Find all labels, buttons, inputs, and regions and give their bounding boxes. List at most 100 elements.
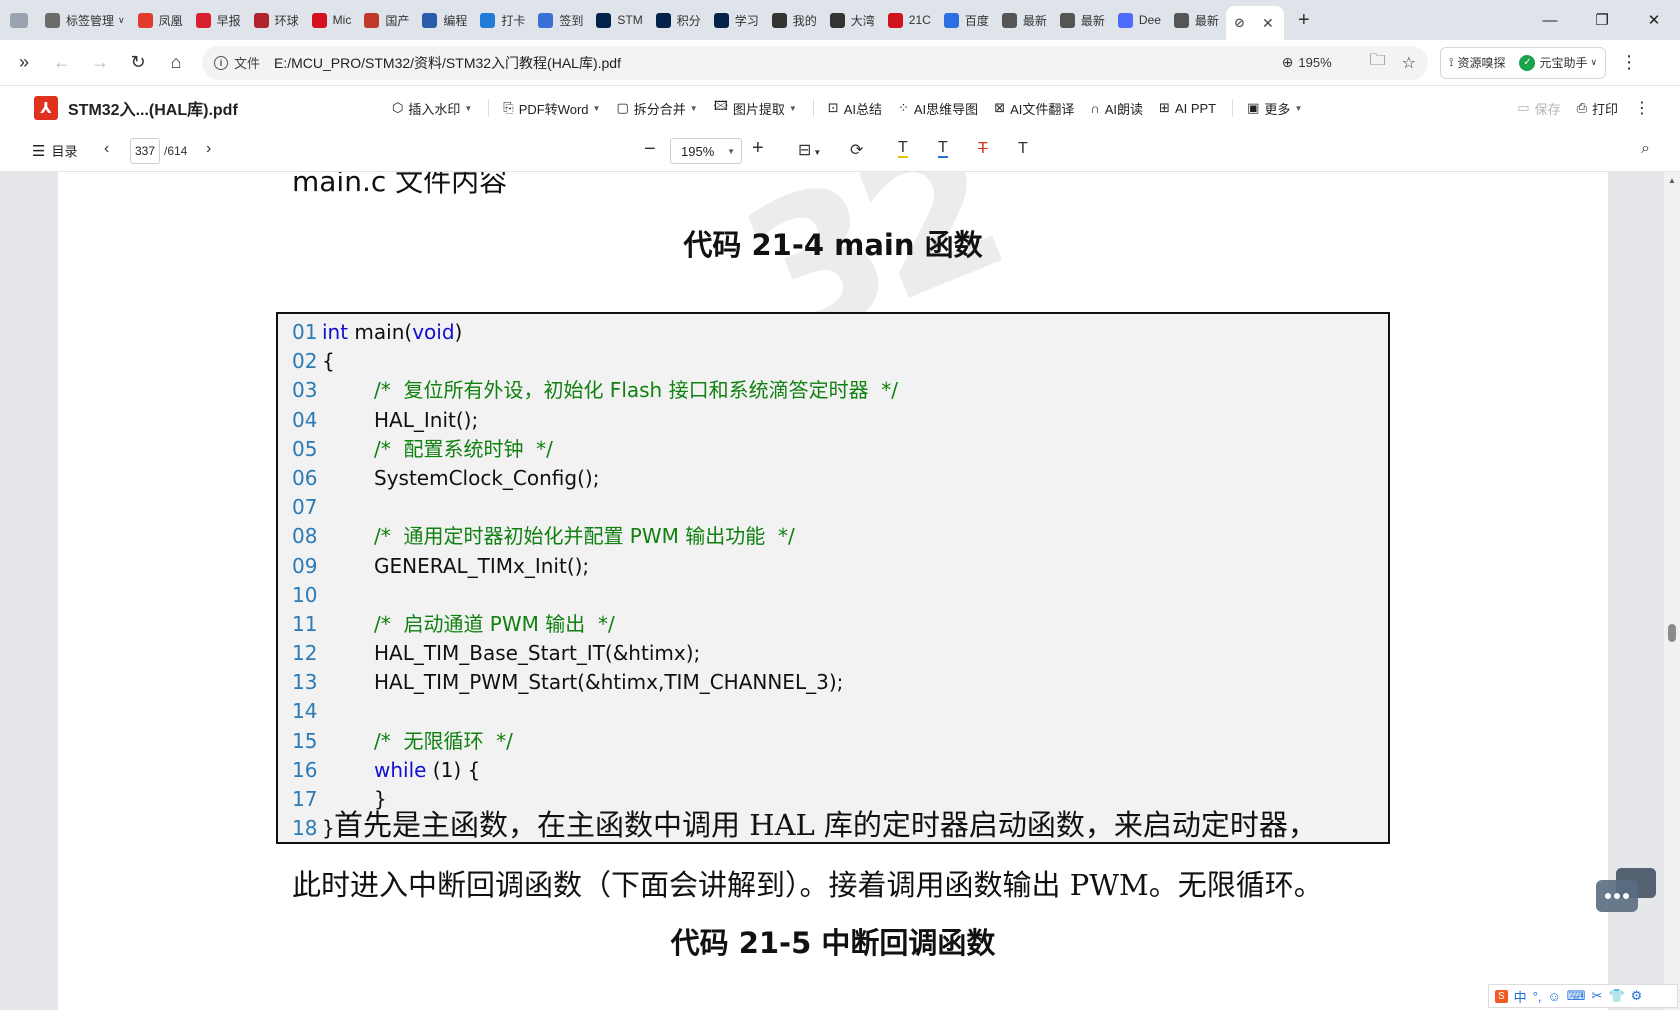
close-window-button[interactable]: ✕ xyxy=(1628,0,1680,40)
code-comment: /* 配置系统时钟 */ xyxy=(374,436,553,461)
tab-16[interactable]: 最新 xyxy=(996,5,1054,35)
minimize-button[interactable]: — xyxy=(1524,0,1576,40)
page-number-input[interactable]: 337 xyxy=(130,138,160,164)
zoom-select[interactable]: 195% ▼ xyxy=(670,138,742,164)
code-text: GENERAL_TIMx_Init(); xyxy=(374,552,589,581)
tab-13[interactable]: 大湾 xyxy=(824,5,882,35)
strikethrough-text-icon[interactable]: T xyxy=(978,140,988,158)
pdf-menu-icon[interactable]: ⋮ xyxy=(1634,98,1650,118)
ime-toolbar[interactable]: S 中 °, ☺ ⌨ ✂ 👕 ⚙ xyxy=(1488,984,1678,1008)
close-tab-icon[interactable]: ✕ xyxy=(1259,14,1277,32)
tab-9[interactable]: STM xyxy=(590,5,649,35)
tab-sidebar-toggle[interactable] xyxy=(6,5,39,35)
site-info[interactable]: i 文件 xyxy=(214,53,260,72)
ai-translate-button[interactable]: ⊠ AI文件翻译 xyxy=(994,99,1074,118)
code-caption: 代码 21-4 main 函数 xyxy=(683,228,983,262)
assistant-button[interactable]: ✓ 元宝助手 ∨ xyxy=(1519,54,1597,71)
add-text-icon[interactable]: T xyxy=(1018,140,1028,158)
divider xyxy=(1232,99,1234,117)
tab-2[interactable]: 早报 xyxy=(190,5,248,35)
tab-7[interactable]: 打卡 xyxy=(474,5,532,35)
print-button[interactable]: ⎙ 打印 xyxy=(1577,99,1618,118)
save-button[interactable]: ▭ 保存 xyxy=(1517,99,1560,118)
image-extract-button[interactable]: 🖾 图片提取 ▼ xyxy=(714,97,797,119)
reload-button[interactable]: ↻ xyxy=(120,45,156,81)
toc-button[interactable]: ☰ 目录 xyxy=(32,141,77,160)
body-paragraph-line-1: 首先是主函数，在主函数中调用 HAL 库的定时器启动函数，来启动定时器， xyxy=(334,808,1317,842)
tab-4[interactable]: Mic xyxy=(306,5,359,35)
line-number: 05 xyxy=(292,436,318,461)
highlight-text-icon[interactable]: T xyxy=(898,140,908,158)
browser-menu-icon[interactable]: ⋮ xyxy=(1620,52,1638,73)
tab-11[interactable]: 学习 xyxy=(708,5,766,35)
ai-read-button[interactable]: ∩ AI朗读 xyxy=(1090,99,1143,118)
tab-14[interactable]: 21C xyxy=(882,5,938,35)
tab-19[interactable]: 最新 xyxy=(1168,5,1226,35)
search-icon[interactable]: ⌕ xyxy=(1641,140,1650,158)
yuanbao-icon: ✓ xyxy=(1519,54,1536,71)
scroll-up-icon[interactable]: ▲ xyxy=(1668,176,1676,185)
code-line: 14 xyxy=(278,697,1388,726)
sidebar-expand-icon[interactable]: » xyxy=(6,45,42,81)
tab-3[interactable]: 环球 xyxy=(248,5,306,35)
pdf-to-word-button[interactable]: ⎘ PDF转Word ▼ xyxy=(503,99,600,118)
next-page-button[interactable]: › xyxy=(206,140,211,158)
prev-page-button[interactable]: ‹ xyxy=(104,140,109,158)
restore-button[interactable]: ❐ xyxy=(1576,0,1628,40)
st-logo-icon xyxy=(713,12,729,28)
tab-18[interactable]: Dee xyxy=(1112,5,1168,35)
code-line: 12 HAL_TIM_Base_Start_IT(&htimx); xyxy=(278,639,1388,668)
headphones-icon: ∩ xyxy=(1090,100,1100,116)
tab-label: 最新 xyxy=(1194,13,1219,28)
tab-6[interactable]: 编程 xyxy=(416,5,474,35)
rotate-icon[interactable]: ⟳ xyxy=(850,140,863,160)
globe-news-icon xyxy=(253,12,269,28)
home-button[interactable]: ⌂ xyxy=(158,45,194,81)
tab-label: 学习 xyxy=(734,13,759,28)
tab-0[interactable]: 标签管理 ∨ xyxy=(39,5,132,35)
back-button[interactable]: ← xyxy=(44,45,80,81)
chat-assistant-icon[interactable] xyxy=(1594,866,1658,918)
tab-15[interactable]: 百度 xyxy=(938,5,996,35)
divider xyxy=(488,99,490,117)
tab-1[interactable]: 凤凰 xyxy=(132,5,190,35)
ime-voice-icon: ☺ xyxy=(1547,988,1561,1004)
underline-text-icon[interactable]: T xyxy=(938,140,948,158)
folder-icon[interactable]: 🗀 xyxy=(1370,49,1386,76)
forward-button[interactable]: → xyxy=(82,45,118,81)
tab-label: 早报 xyxy=(216,13,241,28)
tab-label: 国产 xyxy=(385,13,410,28)
st-logo-icon xyxy=(655,12,671,28)
tab-8[interactable]: 签到 xyxy=(532,5,590,35)
ai-ppt-button[interactable]: ⊞ AI PPT xyxy=(1159,100,1216,116)
url-text[interactable]: E:/MCU_PRO/STM32/资料/STM32入门教程(HAL库).pdf xyxy=(274,53,1282,73)
ai-mindmap-label: AI思维导图 xyxy=(913,101,979,117)
tab-label: 标签管理 xyxy=(66,13,115,28)
tab-5[interactable]: 国产 xyxy=(358,5,416,35)
ai-mindmap-button[interactable]: ⁘ AI思维导图 xyxy=(898,99,978,118)
zoom-out-button[interactable]: − xyxy=(644,138,656,161)
omnibox[interactable]: i 文件 E:/MCU_PRO/STM32/资料/STM32入门教程(HAL库)… xyxy=(202,45,1428,80)
ai-summary-button[interactable]: ⊡ AI总结 xyxy=(828,99,882,118)
scrollbar-thumb[interactable] xyxy=(1668,624,1676,642)
fit-page-icon[interactable]: ⊟ ▼ xyxy=(798,140,821,160)
split-merge-button[interactable]: ▢ 拆分合并 ▼ xyxy=(616,99,697,118)
star-icon[interactable]: ☆ xyxy=(1402,53,1416,73)
ai-read-label: AI朗读 xyxy=(1104,101,1144,117)
resource-sniffer-button[interactable]: ⟟ 资源嗅探 xyxy=(1449,54,1505,71)
tab-12[interactable]: 我的 xyxy=(766,5,824,35)
code-line: 02{ xyxy=(278,347,1388,376)
more-button[interactable]: ▣ 更多 ▼ xyxy=(1247,99,1302,118)
code-line: 08 /* 通用定时器初始化并配置 PWM 输出功能 */ xyxy=(278,522,1388,551)
tab-active[interactable]: ⊘ ✕ xyxy=(1225,6,1284,40)
document-viewport[interactable]: 32 main.c 文件内容 代码 21-4 main 函数 01 int mai… xyxy=(0,172,1680,1010)
code-text: int main(void) xyxy=(322,318,462,347)
zoom-indicator[interactable]: ⊕ 195% xyxy=(1282,54,1332,71)
zoom-in-button[interactable]: + xyxy=(752,137,764,160)
code-token: HAL_Init(); xyxy=(374,407,479,432)
vertical-scrollbar[interactable]: ▲ xyxy=(1664,172,1680,1010)
tab-17[interactable]: 最新 xyxy=(1054,5,1112,35)
watermark-button[interactable]: ⬡ 插入水印 ▼ xyxy=(392,99,472,118)
tab-10[interactable]: 积分 xyxy=(650,5,708,35)
new-tab-button[interactable]: + xyxy=(1290,6,1318,34)
